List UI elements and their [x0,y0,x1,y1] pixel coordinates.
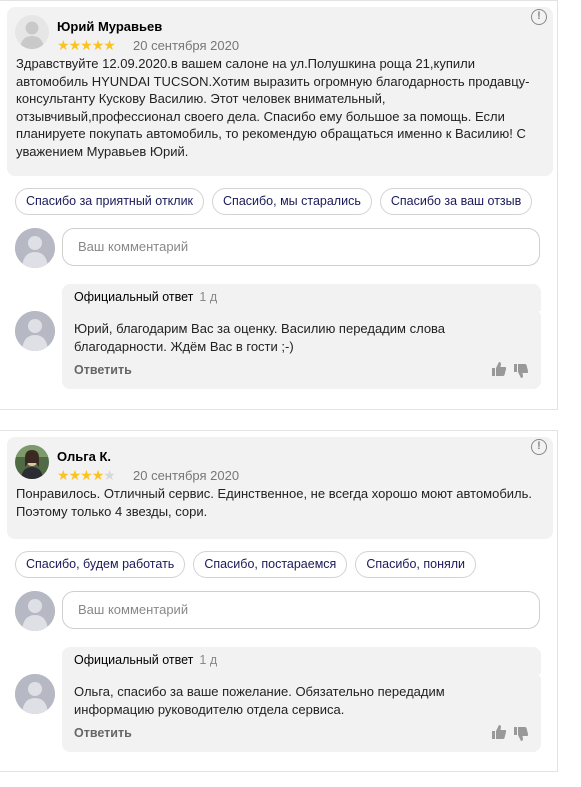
reply-button[interactable]: Ответить [74,363,132,377]
thumbs-up-icon[interactable] [491,724,507,740]
info-icon[interactable]: ! [531,439,547,455]
quick-replies: Спасибо, будем работать Спасибо, постара… [15,551,477,578]
star-filled-icon: ★ [80,467,93,483]
quick-reply-chip[interactable]: Спасибо за ваш отзыв [379,188,533,215]
info-icon[interactable]: ! [531,9,547,25]
quick-reply-chip[interactable]: Спасибо, будем работать [15,551,186,578]
comment-input[interactable]: Ваш комментарий [62,591,540,629]
official-reply-age: 1 д [199,653,218,667]
star-filled-icon: ★ [91,37,105,53]
star-empty-icon: ★ [103,467,116,483]
author-avatar[interactable] [15,445,49,479]
thumbs-down-icon[interactable] [513,726,529,742]
review-date: 20 сентября 2020 [133,38,240,53]
review-body: Ольга К. ★★★★★ 20 сентября 2020 ! Понрав… [7,437,553,539]
star-filled-icon: ★ [57,37,70,53]
quick-reply-chip[interactable]: Спасибо за приятный отклик [15,188,205,215]
official-reply-header: Официальный ответ 1 д [62,647,541,674]
star-filled-icon: ★ [57,467,70,483]
review-date: 20 сентября 2020 [133,468,240,483]
review-card: Юрий Муравьев ★★★★★ 20 сентября 2020 ! З… [0,0,558,410]
reply-button[interactable]: Ответить [74,726,132,740]
official-reply-text: Юрий, благодарим Вас за оценку. Василию … [74,321,446,354]
official-reply-age: 1 д [199,290,218,304]
quick-reply-chip[interactable]: Спасибо, поняли [355,551,477,578]
star-filled-icon: ★ [68,37,82,53]
business-avatar [15,311,55,351]
official-reply-label: Официальный ответ [74,653,194,667]
business-avatar [15,674,55,714]
user-avatar [15,228,55,268]
official-reply: Юрий, благодарим Вас за оценку. Василию … [62,309,541,389]
rating-stars: ★★★★★ [57,467,116,483]
rating-stars: ★★★★★ [57,37,116,53]
official-reply-text: Ольга, спасибо за ваше пожелание. Обязат… [74,684,445,717]
star-filled-icon: ★ [103,37,116,53]
comment-input[interactable]: Ваш комментарий [62,228,540,266]
official-reply: Ольга, спасибо за ваше пожелание. Обязат… [62,672,541,752]
author-name[interactable]: Юрий Муравьев [57,19,162,34]
author-avatar[interactable] [15,15,49,49]
official-reply-header: Официальный ответ 1 д [62,284,541,311]
author-name[interactable]: Ольга К. [57,449,111,464]
thumbs-up-icon[interactable] [491,361,507,377]
review-text: Понравилось. Отличный сервис. Единственн… [16,486,533,519]
quick-reply-chip[interactable]: Спасибо, постараемся [193,551,348,578]
quick-reply-chip[interactable]: Спасибо, мы старались [212,188,372,215]
review-body: Юрий Муравьев ★★★★★ 20 сентября 2020 ! З… [7,7,553,176]
star-filled-icon: ★ [68,467,82,483]
user-avatar [15,591,55,631]
official-reply-label: Официальный ответ [74,290,194,304]
quick-replies: Спасибо за приятный отклик Спасибо, мы с… [15,188,533,215]
thumbs-down-icon[interactable] [513,363,529,379]
star-filled-icon: ★ [80,37,93,53]
review-text: Здравствуйте 12.09.2020.в вашем салоне н… [16,56,530,159]
review-card: Ольга К. ★★★★★ 20 сентября 2020 ! Понрав… [0,430,558,772]
star-filled-icon: ★ [91,467,105,483]
